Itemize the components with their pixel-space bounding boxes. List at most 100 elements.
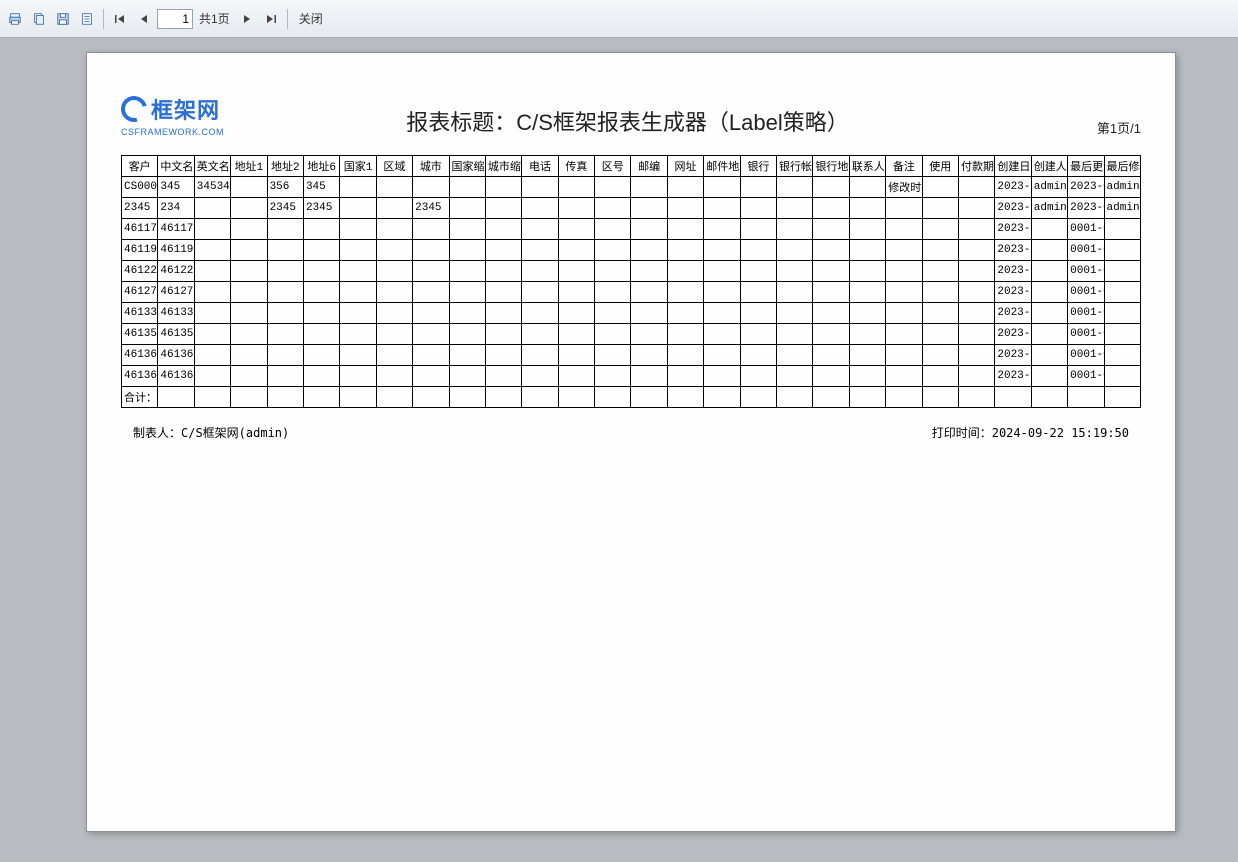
table-cell — [231, 324, 267, 345]
table-cell: 2023-0 — [995, 324, 1031, 345]
column-header: 创建人 — [1031, 156, 1067, 177]
table-cell — [376, 324, 412, 345]
table-cell — [922, 345, 958, 366]
table-cell — [740, 261, 776, 282]
table-cell: 2345 — [122, 198, 158, 219]
table-cell — [631, 303, 667, 324]
report-table: 客户中文名英文名地址1地址2地址6国家1区域城市国家缩城市缩电话传真区号邮编网址… — [121, 155, 1141, 408]
table-cell — [704, 198, 740, 219]
close-button[interactable]: 关闭 — [299, 10, 323, 27]
footer-author: 制表人：C/S框架网(admin) — [133, 424, 289, 441]
table-cell — [485, 345, 521, 366]
column-header: 地址1 — [231, 156, 267, 177]
print-icon[interactable] — [4, 8, 26, 30]
table-cell: 345345 — [194, 177, 230, 198]
table-cell — [667, 303, 703, 324]
table-cell — [558, 177, 594, 198]
last-page-icon[interactable] — [260, 8, 282, 30]
page-indicator: 第1页/1 — [1031, 118, 1141, 137]
table-cell — [303, 219, 339, 240]
table-cell: 2023-0 — [995, 366, 1031, 387]
table-cell — [194, 345, 230, 366]
table-cell — [413, 345, 449, 366]
table-cell — [231, 303, 267, 324]
table-cell — [595, 282, 631, 303]
table-cell — [667, 198, 703, 219]
table-row: 4613594613592023-00001-0 — [122, 324, 1141, 345]
table-cell — [631, 198, 667, 219]
summary-label: 合计： — [122, 387, 158, 408]
table-cell — [813, 240, 849, 261]
table-cell: 461360 — [122, 345, 158, 366]
table-cell: 356 — [267, 177, 303, 198]
first-page-icon[interactable] — [109, 8, 131, 30]
table-cell — [631, 324, 667, 345]
table-cell — [485, 261, 521, 282]
table-cell — [485, 219, 521, 240]
table-cell — [631, 282, 667, 303]
copy-icon[interactable] — [28, 8, 50, 30]
table-cell — [231, 240, 267, 261]
table-row: 4611734611732023-00001-0 — [122, 219, 1141, 240]
column-header: 区域 — [376, 156, 412, 177]
table-cell — [267, 282, 303, 303]
table-cell — [449, 240, 485, 261]
table-cell — [958, 387, 994, 408]
table-cell — [958, 324, 994, 345]
table-cell — [303, 387, 339, 408]
table-cell — [777, 261, 813, 282]
document-icon[interactable] — [76, 8, 98, 30]
table-cell — [1031, 303, 1067, 324]
next-page-icon[interactable] — [236, 8, 258, 30]
table-cell — [413, 219, 449, 240]
table-cell — [958, 261, 994, 282]
prev-page-icon[interactable] — [133, 8, 155, 30]
table-cell: admin — [1031, 198, 1067, 219]
table-cell — [631, 240, 667, 261]
save-icon[interactable] — [52, 8, 74, 30]
table-cell — [922, 387, 958, 408]
table-cell — [922, 324, 958, 345]
table-cell — [522, 366, 558, 387]
table-cell — [631, 177, 667, 198]
table-cell — [667, 387, 703, 408]
page-number-input[interactable] — [157, 9, 193, 29]
column-header: 英文名 — [194, 156, 230, 177]
table-cell — [595, 240, 631, 261]
table-cell — [194, 303, 230, 324]
table-cell — [449, 282, 485, 303]
table-cell — [449, 261, 485, 282]
table-cell — [1031, 240, 1067, 261]
table-cell: 461368 — [158, 366, 194, 387]
table-cell — [631, 387, 667, 408]
table-cell — [1031, 282, 1067, 303]
table-cell — [413, 261, 449, 282]
table-cell — [1031, 219, 1067, 240]
table-cell — [522, 177, 558, 198]
table-cell — [413, 366, 449, 387]
table-cell — [667, 240, 703, 261]
table-cell — [813, 198, 849, 219]
table-cell — [485, 198, 521, 219]
table-cell: 461333 — [158, 303, 194, 324]
table-cell — [449, 345, 485, 366]
table-cell — [231, 177, 267, 198]
table-cell — [449, 387, 485, 408]
logo: 框架网 CSFRAMEWORK.COM — [121, 93, 224, 137]
table-cell — [340, 177, 376, 198]
table-cell — [849, 303, 885, 324]
table-cell — [558, 324, 594, 345]
table-cell — [704, 240, 740, 261]
table-cell: 461274 — [158, 282, 194, 303]
table-cell — [886, 198, 922, 219]
table-cell — [558, 198, 594, 219]
column-header: 中文名 — [158, 156, 194, 177]
table-cell — [958, 282, 994, 303]
logo-subtitle: CSFRAMEWORK.COM — [121, 127, 224, 137]
table-cell — [1104, 240, 1140, 261]
table-cell — [267, 366, 303, 387]
table-cell — [194, 282, 230, 303]
table-cell — [922, 366, 958, 387]
table-cell — [813, 282, 849, 303]
table-cell — [595, 324, 631, 345]
